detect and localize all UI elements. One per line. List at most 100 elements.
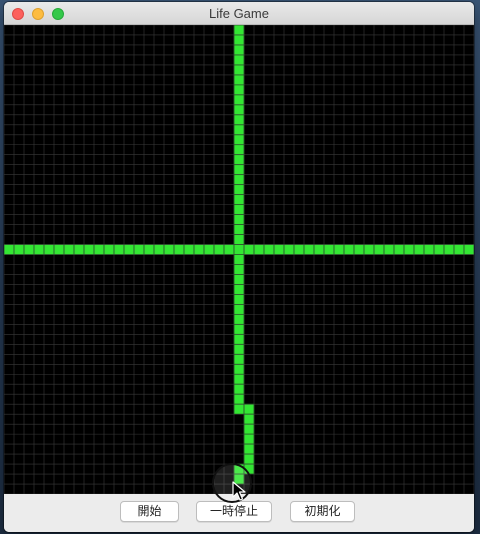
live-cell[interactable] (43, 244, 55, 255)
live-cell[interactable] (233, 134, 245, 146)
live-cell[interactable] (233, 274, 245, 285)
live-cell[interactable] (373, 244, 385, 255)
live-cell[interactable] (163, 244, 175, 255)
live-cell[interactable] (233, 244, 245, 255)
live-cell[interactable] (233, 25, 245, 36)
live-cell[interactable] (453, 244, 465, 255)
live-cell[interactable] (413, 244, 425, 255)
live-cell[interactable] (203, 244, 215, 255)
live-cell[interactable] (263, 244, 275, 255)
live-cell[interactable] (233, 84, 245, 96)
live-cell[interactable] (333, 244, 345, 255)
live-cell[interactable] (233, 373, 245, 385)
live-cell[interactable] (4, 244, 15, 255)
live-cell[interactable] (243, 403, 255, 415)
live-cell[interactable] (423, 244, 435, 255)
live-cell[interactable] (243, 423, 255, 435)
live-cell[interactable] (53, 244, 65, 255)
live-cell[interactable] (233, 34, 245, 46)
live-cell[interactable] (233, 204, 245, 215)
live-cell[interactable] (143, 244, 155, 255)
live-cell[interactable] (393, 244, 405, 255)
live-cell[interactable] (233, 363, 245, 375)
live-cell[interactable] (243, 244, 255, 255)
live-cell[interactable] (243, 453, 255, 465)
live-cell[interactable] (233, 303, 245, 315)
live-cell[interactable] (233, 254, 245, 265)
live-cell[interactable] (233, 184, 245, 196)
live-cell[interactable] (463, 244, 474, 255)
title-bar[interactable]: Life Game (4, 2, 474, 25)
live-cell[interactable] (73, 244, 85, 255)
live-cell[interactable] (23, 244, 35, 255)
live-cell[interactable] (253, 244, 265, 255)
live-cell[interactable] (233, 294, 245, 305)
live-cell[interactable] (233, 313, 245, 325)
pointer-arrow-icon (232, 481, 246, 501)
live-cell[interactable] (243, 443, 255, 455)
live-cell[interactable] (403, 244, 415, 255)
reset-button[interactable]: 初期化 (290, 501, 355, 522)
live-cell[interactable] (153, 244, 165, 255)
live-cell[interactable] (233, 74, 245, 86)
live-cell[interactable] (223, 244, 235, 255)
live-cell[interactable] (233, 224, 245, 235)
live-cell[interactable] (233, 214, 245, 225)
live-cell[interactable] (433, 244, 445, 255)
live-cell[interactable] (33, 244, 45, 255)
live-cell[interactable] (233, 194, 245, 206)
live-cell[interactable] (213, 244, 225, 255)
live-cell[interactable] (233, 343, 245, 355)
live-cell[interactable] (233, 174, 245, 186)
live-cell[interactable] (233, 124, 245, 136)
live-cell[interactable] (133, 244, 145, 255)
live-cell[interactable] (233, 164, 245, 176)
live-cell[interactable] (233, 154, 245, 166)
live-cell[interactable] (233, 383, 245, 395)
live-cell[interactable] (233, 114, 245, 126)
live-cell[interactable] (63, 244, 75, 255)
live-cell[interactable] (93, 244, 105, 255)
life-grid-board[interactable] (4, 25, 474, 494)
live-cell[interactable] (13, 244, 25, 255)
live-cell[interactable] (233, 333, 245, 345)
live-cell[interactable] (443, 244, 455, 255)
live-cell[interactable] (103, 244, 115, 255)
app-window: Life Game 開始 一時停止 初期化 (4, 2, 474, 532)
grid-canvas[interactable] (4, 25, 474, 494)
live-cell[interactable] (233, 234, 245, 245)
live-cell[interactable] (173, 244, 185, 255)
live-cell[interactable] (353, 244, 365, 255)
live-cell[interactable] (193, 244, 205, 255)
live-cell[interactable] (323, 244, 335, 255)
live-cell[interactable] (233, 393, 245, 405)
live-cell[interactable] (123, 244, 135, 255)
live-cell[interactable] (243, 413, 255, 425)
live-cell[interactable] (233, 44, 245, 56)
live-cell[interactable] (233, 353, 245, 365)
live-cell[interactable] (313, 244, 325, 255)
live-cell[interactable] (233, 144, 245, 156)
live-cell[interactable] (273, 244, 285, 255)
live-cell[interactable] (303, 244, 315, 255)
live-cell[interactable] (283, 244, 295, 255)
live-cell[interactable] (363, 244, 375, 255)
start-button[interactable]: 開始 (120, 501, 179, 522)
live-cell[interactable] (233, 323, 245, 335)
pause-button[interactable]: 一時停止 (196, 501, 272, 522)
live-cell[interactable] (233, 54, 245, 66)
live-cell[interactable] (233, 64, 245, 76)
live-cell[interactable] (343, 244, 355, 255)
live-cell[interactable] (233, 403, 245, 415)
live-cell[interactable] (233, 284, 245, 295)
live-cell[interactable] (383, 244, 395, 255)
live-cell[interactable] (183, 244, 195, 255)
live-cell[interactable] (233, 264, 245, 275)
live-cell[interactable] (293, 244, 305, 255)
live-cell[interactable] (233, 94, 245, 106)
live-cell[interactable] (113, 244, 125, 255)
window-title: Life Game (209, 6, 269, 21)
live-cell[interactable] (243, 433, 255, 445)
live-cell[interactable] (233, 104, 245, 116)
live-cell[interactable] (83, 244, 95, 255)
